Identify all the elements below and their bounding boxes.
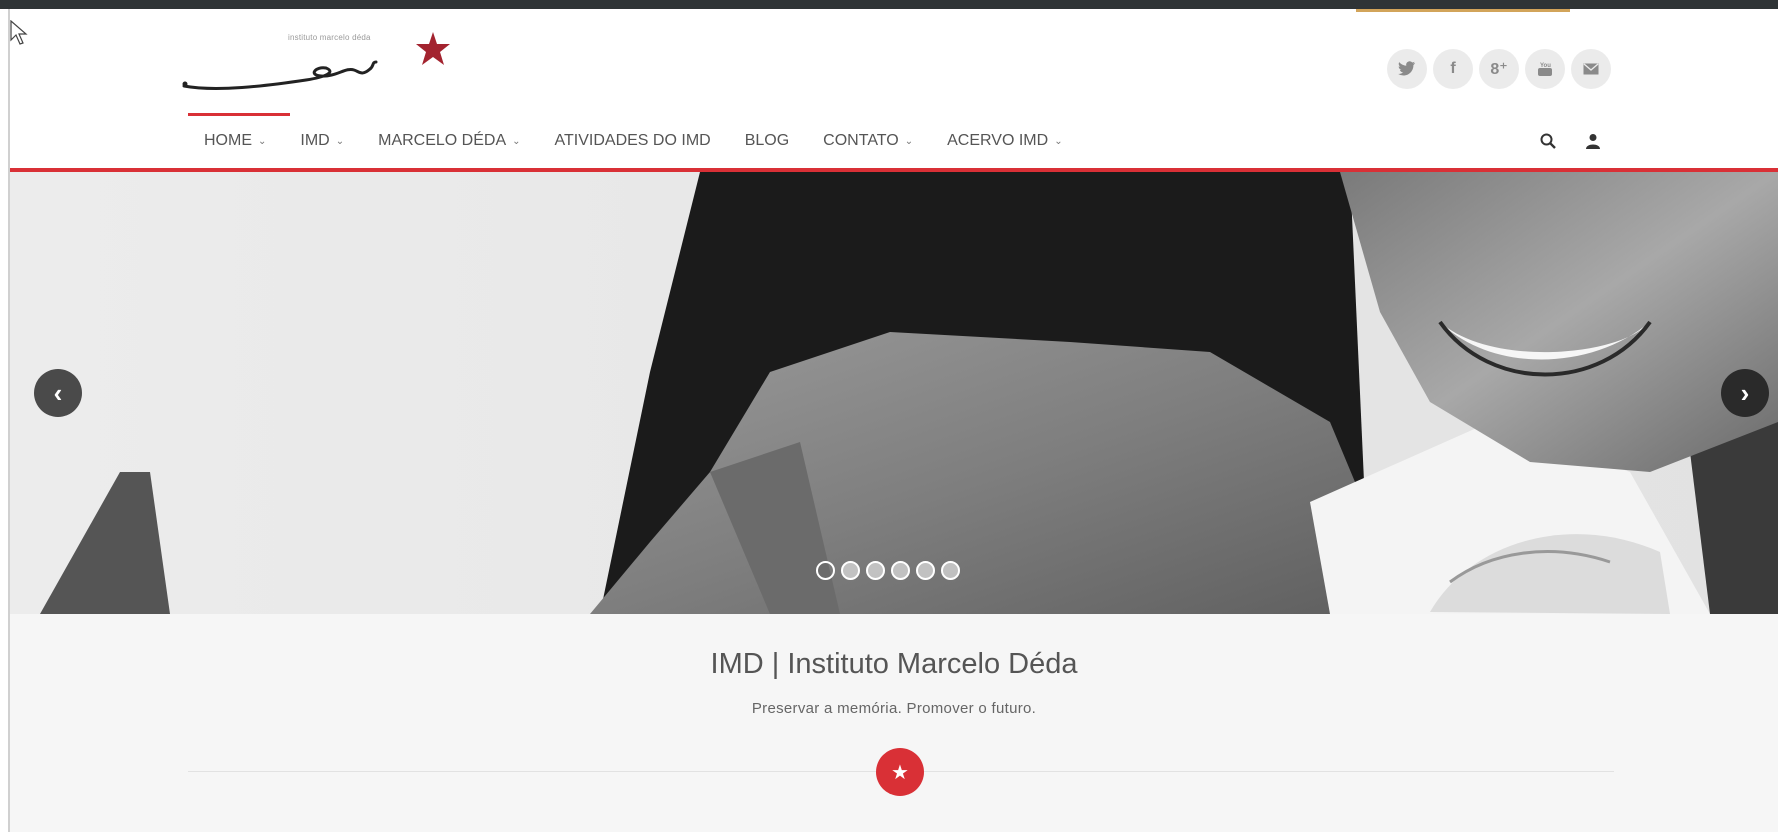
nav-item-label: BLOG (744, 132, 790, 149)
hero-slider[interactable]: ‹ › (10, 172, 1778, 614)
chevron-down-icon: ⌄ (512, 135, 521, 147)
top-border (0, 0, 1778, 9)
nav-item-contato[interactable]: CONTATO ⌄ (823, 132, 913, 150)
user-icon[interactable] (1586, 133, 1600, 149)
nav-active-indicator (188, 113, 290, 116)
nav-menu: HOME ⌄ IMD ⌄ MARCELO DÉDA ⌄ ATIVIDADES D… (204, 113, 1097, 169)
youtube-icon[interactable]: You (1525, 49, 1565, 89)
slider-dot[interactable] (816, 561, 835, 580)
nav-tools (1540, 113, 1600, 169)
chevron-down-icon: ⌄ (904, 135, 914, 147)
page-title: IMD | Instituto Marcelo Déda (710, 648, 1078, 680)
nav-item-atividades[interactable]: ATIVIDADES DO IMD (555, 132, 711, 150)
twitter-icon[interactable] (1387, 49, 1427, 89)
chevron-down-icon: ⌄ (1054, 135, 1063, 147)
nav-item-label: IMD (300, 132, 330, 149)
slider-pagination (816, 561, 960, 580)
social-links: f 8⁺ You (1387, 49, 1611, 89)
svg-text:You: You (1540, 63, 1551, 69)
star-icon: ★ (876, 748, 924, 796)
header-accent-strip (1356, 9, 1570, 12)
mouse-cursor-icon (10, 20, 28, 45)
slider-dot[interactable] (841, 561, 860, 580)
intro-section: IMD | Instituto Marcelo Déda Preservar a… (10, 614, 1778, 832)
chevron-down-icon: ⌄ (258, 135, 267, 147)
chevron-left-icon: ‹ (53, 377, 63, 408)
facebook-glyph: f (1450, 60, 1456, 77)
google-plus-glyph: 8⁺ (1490, 61, 1508, 78)
nav-item-label: ACERVO IMD (947, 132, 1049, 149)
nav-item-blog[interactable]: BLOG (745, 132, 789, 150)
google-plus-icon[interactable]: 8⁺ (1479, 49, 1519, 89)
slider-dot[interactable] (941, 561, 960, 580)
chevron-down-icon: ⌄ (335, 135, 345, 147)
star-glyph: ★ (891, 761, 909, 784)
signature-logo-icon (182, 32, 450, 90)
slider-dot[interactable] (891, 561, 910, 580)
site-logo[interactable] (176, 20, 460, 100)
nav-item-label: ATIVIDADES DO IMD (554, 132, 711, 149)
nav-item-home[interactable]: HOME ⌄ (204, 132, 266, 150)
nav-item-label: CONTATO (823, 132, 899, 149)
nav-item-imd[interactable]: IMD ⌄ (300, 132, 344, 150)
mail-icon[interactable] (1571, 49, 1611, 89)
nav-item-marcelo-deda[interactable]: MARCELO DÉDA ⌄ (378, 132, 520, 150)
slider-dot[interactable] (866, 561, 885, 580)
logo-caption: instituto marcelo déda (288, 33, 371, 42)
page-tagline: Preservar a memória. Promover o futuro. (751, 700, 1037, 717)
slide-image (10, 172, 1778, 614)
nav-item-label: MARCELO DÉDA (378, 132, 507, 149)
nav-item-acervo[interactable]: ACERVO IMD ⌄ (947, 132, 1062, 150)
facebook-icon[interactable]: f (1433, 49, 1473, 89)
main-nav: HOME ⌄ IMD ⌄ MARCELO DÉDA ⌄ ATIVIDADES D… (10, 113, 1778, 169)
slider-prev-button[interactable]: ‹ (34, 369, 82, 417)
slider-dot[interactable] (916, 561, 935, 580)
nav-item-label: HOME (204, 132, 252, 149)
search-icon[interactable] (1540, 133, 1556, 149)
slider-next-button[interactable]: › (1721, 369, 1769, 417)
chevron-right-icon: › (1740, 377, 1750, 408)
